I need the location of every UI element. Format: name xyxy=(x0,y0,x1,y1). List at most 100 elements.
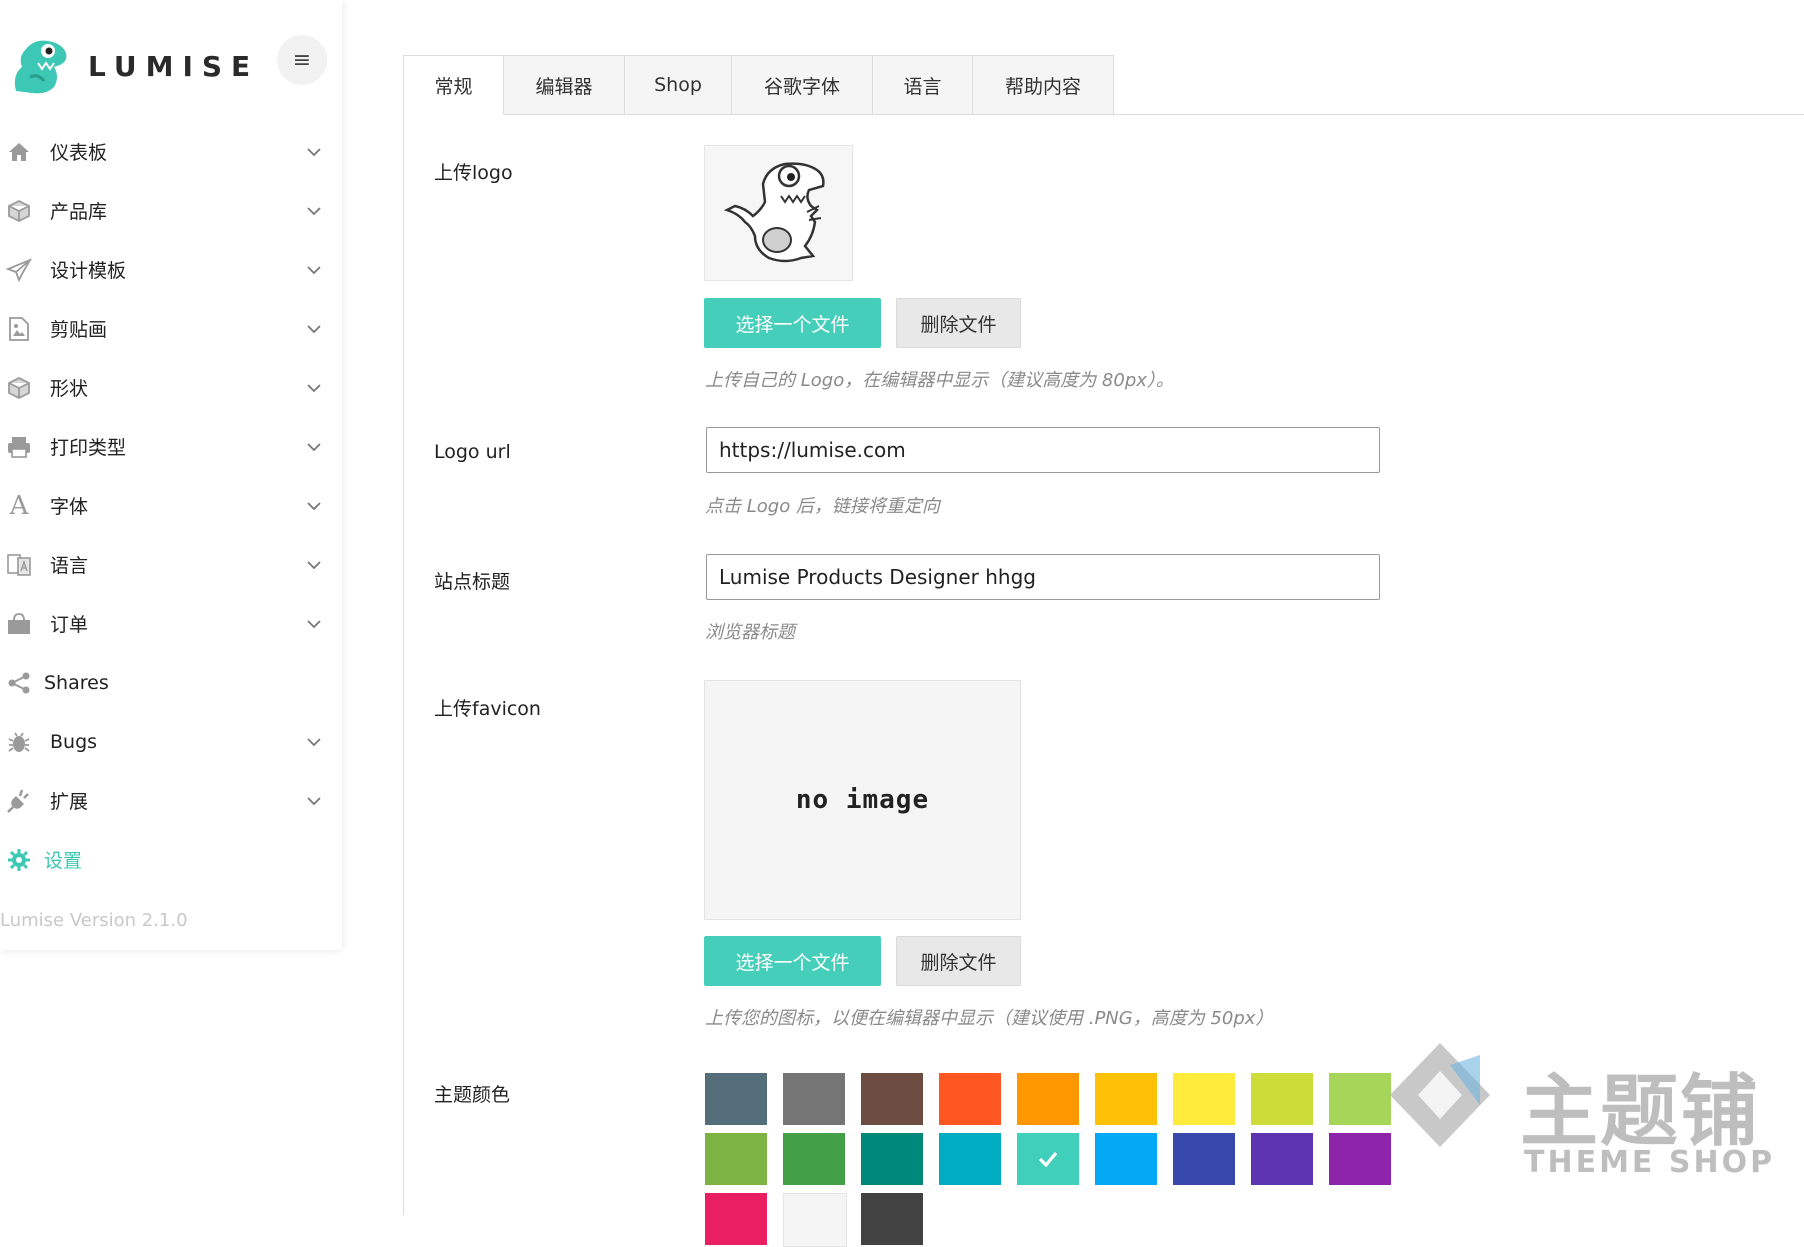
tab-languages[interactable]: 语言 xyxy=(873,56,973,115)
color-swatch[interactable] xyxy=(783,1073,845,1125)
sidebar-item-settings[interactable]: 设置 xyxy=(0,830,342,889)
sidebar-item-shares[interactable]: Shares xyxy=(0,653,342,712)
color-swatch[interactable] xyxy=(939,1133,1001,1185)
logo-preview xyxy=(704,145,853,281)
sidebar-item-orders[interactable]: 订单 xyxy=(0,594,342,653)
logo-url-input[interactable] xyxy=(706,427,1380,473)
logo-url-hint: 点击 Logo 后，链接将重定向 xyxy=(705,496,940,517)
font-icon: A xyxy=(9,490,29,521)
sidebar-item-label: 扩展 xyxy=(50,791,89,813)
color-swatch[interactable] xyxy=(861,1193,923,1245)
chevron-down-icon xyxy=(307,383,321,392)
chevron-down-icon xyxy=(307,501,321,510)
color-swatch[interactable] xyxy=(1251,1133,1313,1185)
settings-tabs: 常规 编辑器 Shop 谷歌字体 语言 帮助内容 xyxy=(403,55,1114,115)
paper-plane-icon xyxy=(5,256,33,284)
bug-icon xyxy=(5,728,33,756)
chevron-down-icon xyxy=(307,619,321,628)
tab-editor[interactable]: 编辑器 xyxy=(504,56,625,115)
sidebar-item-fonts[interactable]: A 字体 xyxy=(0,476,342,535)
dinosaur-sketch-image xyxy=(723,162,825,263)
upload-logo-label: 上传logo xyxy=(434,162,513,184)
color-swatch[interactable] xyxy=(1095,1133,1157,1185)
color-swatch[interactable] xyxy=(1251,1073,1313,1125)
plug-icon xyxy=(5,787,33,815)
chevron-down-icon xyxy=(307,560,321,569)
sidebar-item-print-types[interactable]: 打印类型 xyxy=(0,417,342,476)
color-swatch[interactable] xyxy=(705,1073,767,1125)
color-swatch[interactable] xyxy=(783,1193,847,1247)
tab-help-content[interactable]: 帮助内容 xyxy=(973,56,1114,115)
color-swatch[interactable] xyxy=(1017,1133,1079,1185)
color-swatch[interactable] xyxy=(861,1073,923,1125)
color-swatch[interactable] xyxy=(1095,1073,1157,1125)
chevron-down-icon xyxy=(307,147,321,156)
sidebar-item-bugs[interactable]: Bugs xyxy=(0,712,342,771)
site-title-label: 站点标题 xyxy=(434,571,511,593)
sidebar-item-label: 仪表板 xyxy=(50,142,108,164)
tab-general[interactable]: 常规 xyxy=(403,56,504,115)
delete-favicon-button[interactable]: 删除文件 xyxy=(896,936,1021,986)
sidebar-item-label: 语言 xyxy=(50,555,89,577)
sidebar-item-label: 设置 xyxy=(44,850,83,872)
color-swatch[interactable] xyxy=(705,1193,767,1245)
sidebar-item-languages[interactable]: 语言 xyxy=(0,535,342,594)
sidebar-item-products[interactable]: 产品库 xyxy=(0,181,342,240)
upload-favicon-label: 上传favicon xyxy=(434,698,541,720)
sidebar: LUMISE ≡ 仪表板 产品库 设计模板 剪贴画 形状 打印类型 A 字体 语… xyxy=(0,0,342,950)
version-text: Lumise Version 2.1.0 xyxy=(0,910,188,931)
cube-icon xyxy=(5,197,33,225)
sidebar-item-label: Shares xyxy=(44,671,109,694)
dinosaur-logo-icon xyxy=(14,40,67,94)
sidebar-item-shapes[interactable]: 形状 xyxy=(0,358,342,417)
color-swatch[interactable] xyxy=(783,1133,845,1185)
color-swatch[interactable] xyxy=(939,1073,1001,1125)
color-swatch[interactable] xyxy=(1173,1133,1235,1185)
sidebar-item-label: 形状 xyxy=(50,378,89,400)
color-swatch[interactable] xyxy=(705,1133,767,1185)
sidebar-item-dashboard[interactable]: 仪表板 xyxy=(0,122,342,181)
share-icon xyxy=(5,669,33,697)
favicon-preview: no image xyxy=(704,680,1021,920)
sidebar-item-design-templates[interactable]: 设计模板 xyxy=(0,240,342,299)
color-swatch[interactable] xyxy=(1329,1073,1391,1125)
sidebar-nav: 仪表板 产品库 设计模板 剪贴画 形状 打印类型 A 字体 语言 订单 Shar… xyxy=(0,122,342,889)
color-swatch[interactable] xyxy=(1329,1133,1391,1185)
choose-favicon-button[interactable]: 选择一个文件 xyxy=(704,936,881,986)
sidebar-item-cliparts[interactable]: 剪贴画 xyxy=(0,299,342,358)
sidebar-item-label: 打印类型 xyxy=(50,437,127,459)
chevron-down-icon xyxy=(307,442,321,451)
home-icon xyxy=(5,138,33,166)
color-swatch[interactable] xyxy=(1017,1073,1079,1125)
sidebar-item-label: Bugs xyxy=(50,730,98,753)
tab-google-fonts[interactable]: 谷歌字体 xyxy=(732,56,873,115)
theme-color-label: 主题颜色 xyxy=(434,1084,511,1106)
translate-icon xyxy=(5,551,33,579)
upload-favicon-hint: 上传您的图标，以便在编辑器中显示（建议使用 .PNG，高度为 50px） xyxy=(705,1008,1274,1029)
printer-icon xyxy=(5,433,33,461)
tab-divider xyxy=(713,114,1804,115)
chevron-down-icon xyxy=(307,324,321,333)
image-file-icon xyxy=(5,315,33,343)
menu-toggle-button[interactable]: ≡ xyxy=(277,35,327,85)
settings-panel xyxy=(403,55,1804,1215)
logo-url-label: Logo url xyxy=(434,441,511,463)
color-swatch[interactable] xyxy=(1173,1073,1235,1125)
brand-logo[interactable]: LUMISE xyxy=(8,33,259,99)
gear-icon xyxy=(5,846,33,874)
color-swatch[interactable] xyxy=(861,1133,923,1185)
chevron-down-icon xyxy=(307,265,321,274)
cube-icon xyxy=(5,374,33,402)
chevron-down-icon xyxy=(307,737,321,746)
delete-logo-button[interactable]: 删除文件 xyxy=(896,298,1021,348)
site-title-input[interactable] xyxy=(706,554,1380,600)
chevron-down-icon xyxy=(307,206,321,215)
choose-logo-button[interactable]: 选择一个文件 xyxy=(704,298,881,348)
brand-name: LUMISE xyxy=(88,49,260,83)
tab-shop[interactable]: Shop xyxy=(625,56,732,115)
sidebar-item-label: 剪贴画 xyxy=(50,319,108,341)
no-image-text: no image xyxy=(795,785,930,815)
sidebar-item-addons[interactable]: 扩展 xyxy=(0,771,342,830)
sidebar-item-label: 产品库 xyxy=(50,201,108,223)
sidebar-item-label: 订单 xyxy=(50,614,89,636)
